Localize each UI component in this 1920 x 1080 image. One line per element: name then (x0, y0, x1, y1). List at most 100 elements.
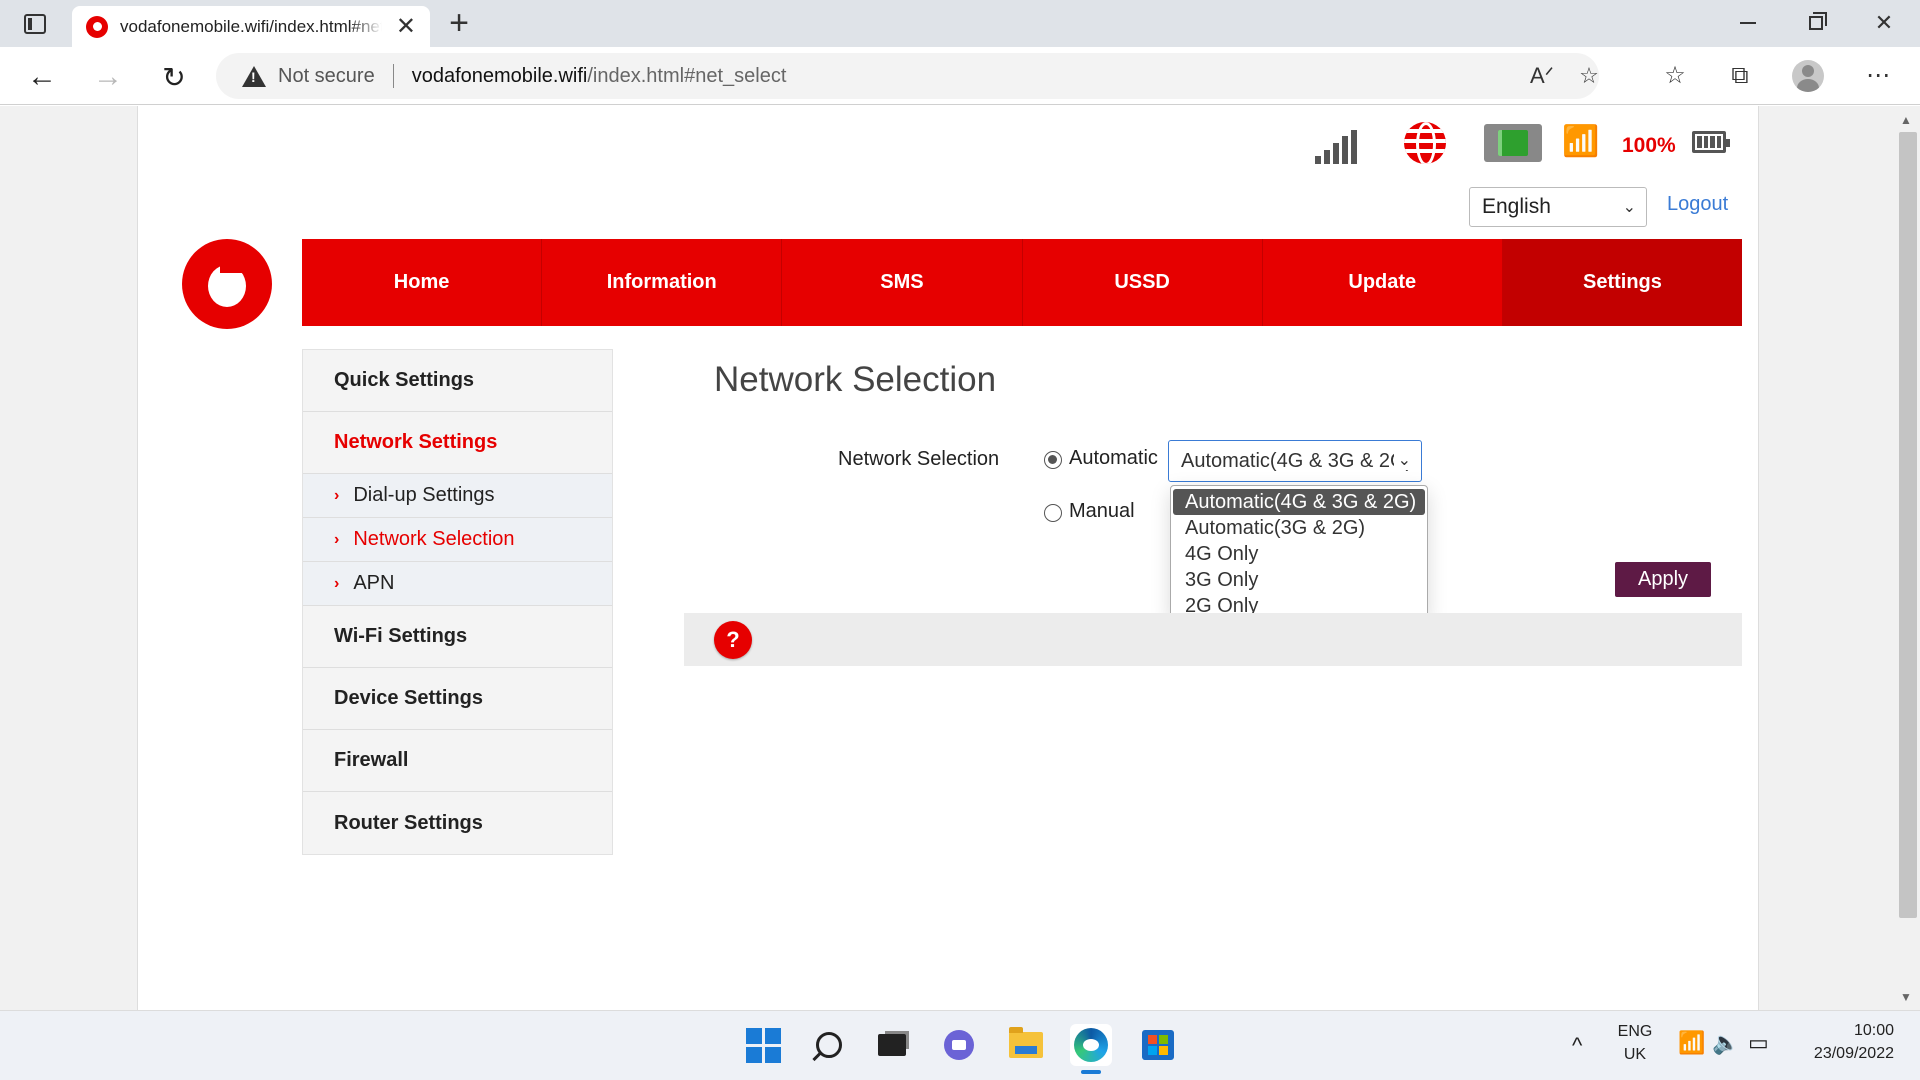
start-button[interactable] (742, 1024, 784, 1066)
automatic-radio[interactable] (1044, 451, 1062, 469)
dropdown-option[interactable]: 4G Only (1173, 541, 1425, 567)
network-selection-label: Network Selection (838, 448, 1000, 470)
chevron-down-icon: ⌄ (1622, 199, 1636, 216)
clock-time[interactable]: 10:00 (1800, 1022, 1894, 1040)
folder-icon (1009, 1027, 1043, 1058)
sidebar-item-dialup-settings[interactable]: › Dial-up Settings (303, 474, 612, 518)
search-button[interactable] (808, 1024, 850, 1066)
sidebar-item-firewall[interactable]: Firewall (303, 730, 612, 792)
language-indicator-top[interactable]: ENG (1612, 1023, 1658, 1041)
apply-button[interactable]: Apply (1615, 562, 1711, 597)
battery-percent: 100% (1622, 134, 1676, 157)
add-favorite-icon[interactable]: ☆ (1574, 62, 1604, 90)
network-wifi-icon[interactable]: 📶 (1678, 1030, 1705, 1056)
clock-date[interactable]: 23/09/2022 (1790, 1045, 1894, 1063)
logout-link[interactable]: Logout (1667, 193, 1728, 216)
address-bar[interactable]: Not secure vodafonemobile.wifi/index.htm… (216, 53, 1599, 99)
minimize-window-button[interactable] (1718, 8, 1778, 38)
language-indicator-bottom[interactable]: UK (1612, 1046, 1658, 1064)
store-icon (1142, 1030, 1174, 1060)
task-view-icon (878, 1034, 906, 1056)
language-value: English (1482, 195, 1551, 218)
sidebar-item-network-settings[interactable]: Network Settings (303, 412, 612, 474)
back-button[interactable]: ← (22, 57, 62, 97)
vodafone-logo[interactable] (182, 239, 272, 329)
manual-radio-label[interactable]: Manual (1069, 500, 1135, 523)
task-view-button[interactable] (871, 1024, 913, 1066)
language-select[interactable]: English ⌄ (1469, 187, 1647, 227)
restore-window-button[interactable] (1786, 8, 1846, 38)
chat-icon (944, 1030, 974, 1060)
refresh-button[interactable]: ↻ (154, 57, 194, 97)
not-secure-label[interactable]: Not secure (278, 65, 375, 88)
signal-strength-icon (1315, 124, 1357, 164)
profile-avatar[interactable] (1792, 60, 1824, 92)
browser-tab-bar: vodafonemobile.wifi/index.html#net_selec… (0, 0, 1920, 47)
nav-ussd[interactable]: USSD (1023, 239, 1263, 326)
network-mode-value: Automatic(4G & 3G & 2G) (1181, 449, 1413, 472)
dropdown-option[interactable]: 3G Only (1173, 567, 1425, 593)
search-icon (816, 1032, 842, 1058)
network-mode-select[interactable]: Automatic(4G & 3G & 2G) ⌄ (1168, 440, 1422, 482)
sidebar-item-device-settings[interactable]: Device Settings (303, 668, 612, 730)
nav-information[interactable]: Information (542, 239, 783, 326)
dropdown-option[interactable]: Automatic(3G & 2G) (1173, 515, 1425, 541)
new-tab-button[interactable]: + (442, 6, 476, 40)
chevron-right-icon: › (334, 486, 340, 504)
sidebar-item-network-selection[interactable]: › Network Selection (303, 518, 612, 562)
help-icon[interactable]: ? (714, 621, 752, 659)
warning-icon (242, 65, 266, 87)
store-button[interactable] (1137, 1024, 1179, 1066)
scrollbar-thumb[interactable] (1899, 132, 1917, 918)
main-navigation: Home Information SMS USSD Update Setting… (302, 239, 1743, 326)
chevron-right-icon: › (334, 574, 340, 592)
edge-icon (1074, 1028, 1108, 1062)
nav-sms[interactable]: SMS (782, 239, 1023, 326)
sidebar-item-label: APN (353, 572, 395, 594)
teams-chat-button[interactable] (938, 1024, 980, 1066)
automatic-radio-label[interactable]: Automatic (1069, 447, 1158, 470)
chevron-right-icon: › (334, 530, 340, 548)
sidebar-item-router-settings[interactable]: Router Settings (303, 792, 612, 854)
edge-browser-button[interactable] (1070, 1024, 1112, 1066)
nav-settings[interactable]: Settings (1502, 239, 1743, 326)
volume-icon[interactable]: 🔈 (1712, 1030, 1739, 1056)
nav-update[interactable]: Update (1263, 239, 1503, 326)
tab-actions-icon[interactable] (18, 10, 52, 38)
browser-toolbar: ← → ↻ Not secure vodafonemobile.wifi/ind… (0, 47, 1920, 105)
scroll-up-arrow-icon[interactable]: ▲ (1900, 113, 1912, 127)
battery-tray-icon[interactable]: ▭ (1748, 1030, 1769, 1056)
address-separator (392, 64, 394, 88)
sidebar-item-apn[interactable]: › APN (303, 562, 612, 606)
file-explorer-button[interactable] (1005, 1024, 1047, 1066)
network-mode-dropdown: Automatic(4G & 3G & 2G) Automatic(3G & 2… (1170, 485, 1428, 619)
dropdown-option[interactable]: Automatic(4G & 3G & 2G) (1173, 489, 1425, 515)
sidebar-item-quick-settings[interactable]: Quick Settings (303, 350, 612, 412)
windows-start-icon (745, 1027, 781, 1063)
tab-close-icon[interactable]: ✕ (396, 14, 416, 39)
show-hidden-icons-chevron-icon[interactable]: ^ (1572, 1033, 1582, 1059)
nav-home[interactable]: Home (302, 239, 543, 326)
manual-radio[interactable] (1044, 504, 1062, 522)
favorites-icon[interactable]: ☆ (1657, 59, 1693, 93)
more-menu-icon[interactable]: ⋯ (1860, 59, 1896, 93)
vodafone-favicon-icon (86, 15, 108, 38)
chevron-down-icon: ⌄ (1393, 450, 1411, 470)
tab-title: vodafonemobile.wifi/index.html#net_selec… (120, 16, 382, 36)
scroll-down-arrow-icon[interactable]: ▼ (1900, 990, 1912, 1004)
forward-button[interactable]: → (88, 57, 128, 97)
url-host: vodafonemobile.wifi (411, 64, 588, 87)
battery-icon (1692, 131, 1730, 153)
page-title: Network Selection (714, 360, 997, 399)
sidebar-item-label: Dial-up Settings (353, 484, 495, 506)
help-bar (684, 613, 1742, 666)
url-path: /index.html#net_select (587, 64, 787, 87)
browser-tab[interactable]: vodafonemobile.wifi/index.html#net_selec… (72, 6, 430, 47)
close-window-button[interactable]: ✕ (1854, 8, 1914, 38)
active-app-indicator (1081, 1070, 1101, 1074)
sidebar-item-label: Network Selection (353, 528, 515, 550)
internet-globe-icon (1404, 122, 1446, 164)
read-aloud-icon[interactable]: Aᐟ (1527, 62, 1557, 90)
sidebar-item-wifi-settings[interactable]: Wi-Fi Settings (303, 606, 612, 668)
collections-icon[interactable]: ⧉ (1722, 59, 1758, 93)
